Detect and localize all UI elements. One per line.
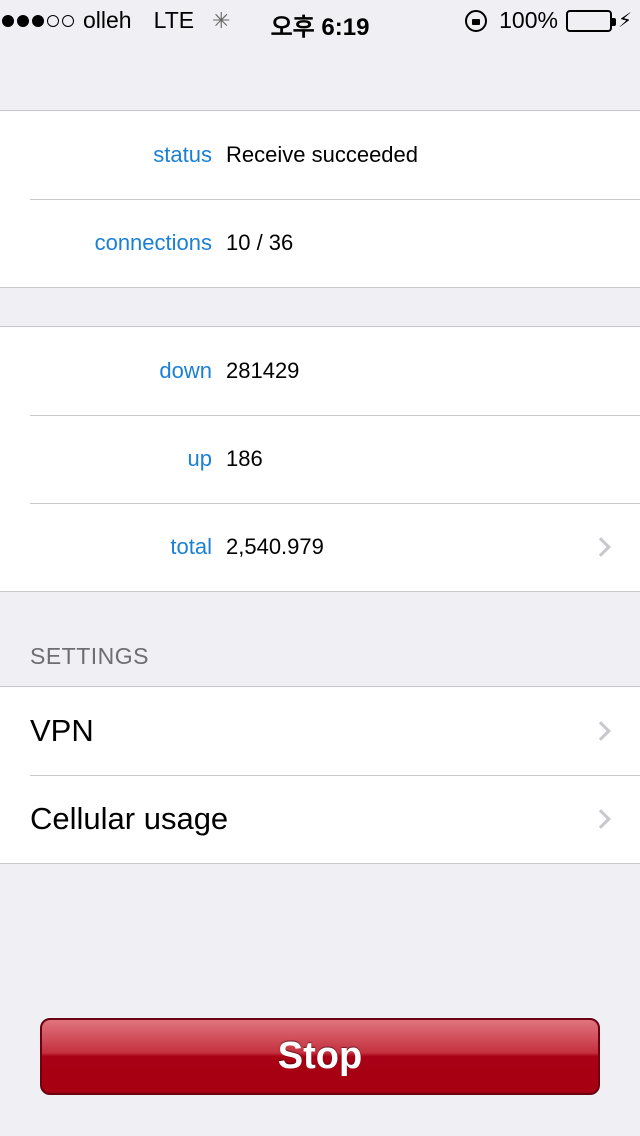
status-row: status Receive succeeded: [0, 111, 640, 199]
status-label: status: [153, 142, 212, 167]
status-bar: olleh LTE ✳ 오후 6:19 100% ⚡: [0, 0, 640, 41]
connections-row: connections 10 / 36: [0, 199, 640, 287]
down-row: down 281429: [0, 327, 640, 415]
down-label: down: [159, 358, 212, 383]
traffic-group: down 281429 up 186 total 2,540.979: [0, 326, 640, 592]
status-value: Receive succeeded: [226, 142, 419, 167]
battery-percent: 100%: [499, 7, 558, 33]
up-row: up 186: [0, 415, 640, 503]
settings-item-cellular-usage[interactable]: Cellular usage: [0, 775, 640, 863]
settings-item-vpn[interactable]: VPN: [0, 687, 640, 775]
total-value: 2,540.979: [226, 534, 324, 559]
down-value: 281429: [226, 358, 300, 383]
status-group: status Receive succeeded connections 10 …: [0, 110, 640, 288]
settings-header: SETTINGS: [30, 643, 150, 669]
up-label: up: [187, 446, 212, 471]
settings-item-label: VPN: [30, 713, 94, 748]
rotation-lock-icon: [465, 9, 488, 32]
battery-icon: [565, 9, 616, 32]
settings-group: VPN Cellular usage: [0, 686, 640, 864]
up-value: 186: [226, 446, 263, 471]
total-row[interactable]: total 2,540.979: [0, 503, 640, 591]
stop-button[interactable]: Stop: [40, 1018, 600, 1095]
settings-item-label: Cellular usage: [30, 801, 229, 836]
total-label: total: [170, 534, 212, 559]
connections-label: connections: [94, 230, 212, 255]
status-bar-right: 100% ⚡: [465, 7, 632, 34]
chevron-right-icon: [591, 537, 611, 557]
chevron-right-icon: [591, 809, 611, 829]
chevron-right-icon: [591, 721, 611, 741]
charging-bolt-icon: ⚡: [617, 10, 632, 32]
connections-value: 10 / 36: [226, 230, 294, 255]
